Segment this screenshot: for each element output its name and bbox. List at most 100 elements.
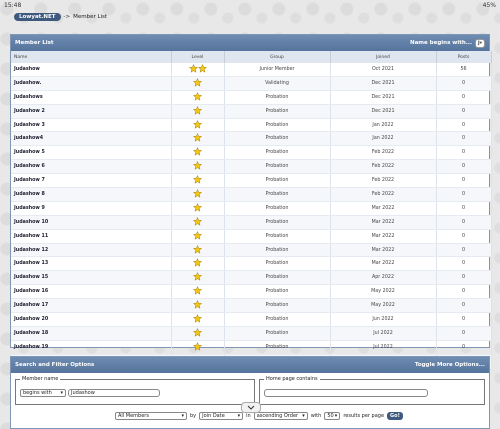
member-group: Probation: [224, 131, 331, 147]
member-name-link[interactable]: Judashow 9: [11, 201, 172, 216]
column-header-group[interactable]: Group: [224, 51, 331, 63]
member-name-legend: Member name: [20, 376, 61, 382]
breadcrumb-arrow: ->: [63, 13, 71, 20]
member-level: [171, 215, 225, 230]
member-posts: 0: [436, 215, 492, 230]
level-stars: [193, 147, 202, 157]
member-level: [171, 90, 225, 105]
member-name-link[interactable]: Judashow 5: [11, 145, 172, 161]
member-joined: Mar 2022: [330, 201, 437, 216]
table-row: Judashow 20 Probation Jun 2022 0: [11, 312, 492, 327]
member-name-link[interactable]: Judashow 7: [11, 173, 172, 189]
table-row: Judashow 16 Probation May 2022 0: [11, 284, 492, 300]
member-name-link[interactable]: Judashow 15: [11, 270, 172, 286]
member-name-link[interactable]: Judashow 20: [11, 312, 172, 327]
member-posts: 0: [436, 243, 492, 258]
member-name-link[interactable]: Judashow 11: [11, 229, 172, 244]
member-name-link[interactable]: Judashow 6: [11, 159, 172, 175]
star-icon: [193, 341, 202, 351]
member-joined: Dec 2021: [330, 90, 437, 105]
star-icon: [193, 161, 202, 170]
name-begins-select[interactable]: J ▾: [475, 38, 485, 48]
go-button[interactable]: Go!: [387, 412, 403, 420]
column-header-name[interactable]: Name: [11, 51, 172, 63]
member-name-link[interactable]: Judashow 19: [11, 340, 172, 355]
member-group: Probation: [224, 173, 331, 189]
member-group: Probation: [224, 159, 331, 175]
member-name-link[interactable]: Judashow: [11, 63, 172, 77]
breadcrumb-site-link[interactable]: Lowyat.NET: [14, 12, 61, 21]
member-joined: Dec 2021: [330, 104, 437, 119]
member-name-value: Judashow: [71, 390, 95, 396]
in-label: in: [246, 413, 251, 419]
chevron-down-icon: ▾: [302, 413, 305, 419]
chevron-down-icon: ▾: [60, 390, 63, 396]
member-name-link[interactable]: Judashow 2: [11, 104, 172, 119]
level-stars: [193, 216, 202, 226]
column-header-joined[interactable]: Joined: [330, 51, 437, 63]
member-name-link[interactable]: Judashow 16: [11, 284, 172, 300]
chevron-down-icon: ▾: [334, 413, 338, 419]
level-stars: [193, 175, 202, 184]
member-name-link[interactable]: Judashows: [11, 90, 172, 105]
member-joined: Jul 2022: [330, 326, 437, 341]
member-name-link[interactable]: Judashow.: [11, 76, 172, 91]
member-joined: Mar 2022: [330, 256, 437, 272]
name-begins-label: Name begins with...: [409, 40, 473, 46]
search-filter-panel: Search and Filter Options Toggle More Op…: [10, 356, 490, 429]
member-name-link[interactable]: Judashow 3: [11, 118, 172, 133]
star-icon: [193, 300, 202, 309]
star-icon: [193, 216, 202, 226]
star-icon: [193, 202, 202, 212]
member-level: [171, 284, 225, 300]
member-joined: Jan 2022: [330, 118, 437, 133]
member-name-link[interactable]: Judashow 8: [11, 187, 172, 202]
per-page-select[interactable]: 50 ▾: [324, 412, 341, 420]
member-joined: May 2022: [330, 298, 437, 314]
level-stars: [193, 258, 202, 268]
chevron-down-icon: ▾: [479, 40, 482, 46]
member-joined: Feb 2022: [330, 187, 437, 202]
status-time: 15:48: [4, 1, 22, 9]
member-group: Validating: [224, 76, 331, 91]
homepage-input[interactable]: [264, 389, 428, 397]
table-row: Judashow 10 Probation Mar 2022 0: [11, 215, 492, 230]
member-name-link[interactable]: Judashow 12: [11, 243, 172, 258]
member-name-link[interactable]: judashow4: [11, 131, 172, 147]
table-row: Judashow 11 Probation Mar 2022 0: [11, 229, 492, 244]
member-name-link[interactable]: Judashow 10: [11, 215, 172, 230]
star-icon: [193, 188, 202, 198]
member-level: [171, 201, 225, 216]
toggle-more-options-link[interactable]: Toggle More Options...: [415, 362, 485, 368]
member-posts: 0: [436, 76, 492, 91]
sort-by-select[interactable]: Join Date ▾: [199, 412, 244, 420]
column-header-posts[interactable]: Posts: [436, 51, 492, 63]
by-label: by: [190, 413, 197, 419]
member-level: [171, 131, 225, 147]
member-name-link[interactable]: Judashow 13: [11, 256, 172, 272]
member-joined: Jan 2022: [330, 131, 437, 147]
member-level: [171, 256, 225, 272]
member-level: [171, 118, 225, 133]
level-stars: [193, 313, 202, 323]
star-icon: [193, 119, 202, 129]
level-stars: [193, 161, 202, 170]
member-level: [171, 270, 225, 286]
match-mode-select[interactable]: begins with ▾: [20, 389, 66, 397]
star-icon: [193, 230, 202, 240]
table-row: Judashow 5 Probation Feb 2022 0: [11, 145, 492, 161]
filter-group-select[interactable]: All Members ▾: [115, 412, 187, 420]
member-level: [171, 326, 225, 341]
member-posts: 0: [436, 284, 492, 300]
column-header-level[interactable]: Level: [171, 51, 225, 63]
member-joined: Dec 2021: [330, 76, 437, 91]
member-joined: Mar 2022: [330, 229, 437, 244]
scroll-down-button[interactable]: [241, 402, 261, 413]
member-name-link[interactable]: Judashow 18: [11, 326, 172, 341]
order-select[interactable]: ascending Order ▾: [253, 412, 308, 420]
member-name-input[interactable]: Judashow: [68, 389, 160, 397]
member-name-link[interactable]: Judashow 17: [11, 298, 172, 314]
star-icon: [193, 327, 202, 337]
level-stars: [193, 341, 202, 351]
member-group: Probation: [224, 312, 331, 327]
